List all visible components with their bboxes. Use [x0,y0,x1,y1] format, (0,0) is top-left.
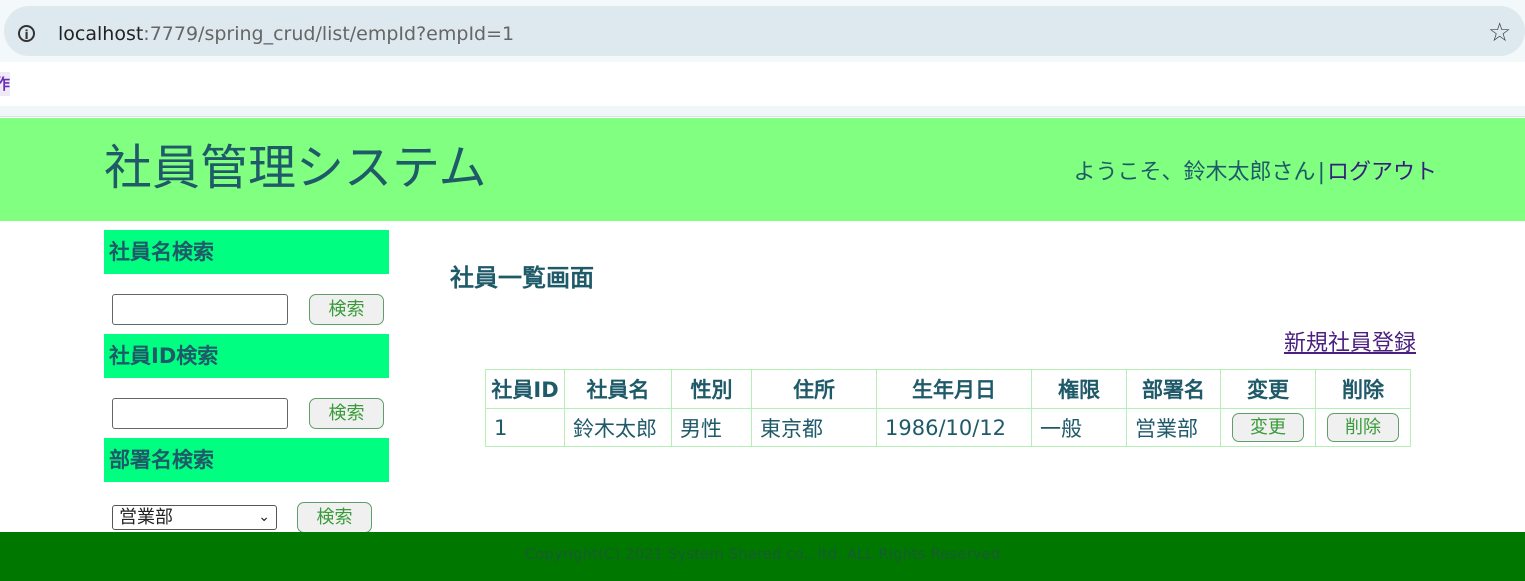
col-header-address: 住所 [751,369,877,409]
name-search-heading: 社員名検索 [104,230,389,274]
app-title: 社員管理システム [104,140,487,196]
col-header-id: 社員ID [485,369,565,409]
bookmarks-bar: 作 [0,62,1525,106]
edit-button[interactable]: 変更 [1232,413,1304,442]
employee-table: 社員ID 社員名 性別 住所 生年月日 権限 部署名 変更 削除 1 鈴木太郎 … [485,369,1411,447]
cell-address: 東京都 [751,408,877,447]
content-divider [0,106,1525,117]
bookmark-star-icon[interactable]: ☆ [1488,20,1511,46]
cell-role: 一般 [1031,408,1127,447]
col-header-delete: 削除 [1315,369,1411,409]
cell-delete: 削除 [1315,408,1411,447]
cell-id: 1 [485,408,565,447]
id-search-button[interactable]: 検索 [309,398,384,429]
col-header-name: 社員名 [564,369,672,409]
name-search-input[interactable] [112,294,288,325]
page-title: 社員一覧画面 [450,264,594,292]
site-info-icon[interactable]: i [18,25,35,42]
logout-link[interactable]: ログアウト [1327,160,1437,185]
separator: | [1317,160,1325,185]
user-area: ようこそ、鈴木太郎さん|ログアウト [1074,154,1437,186]
address-bar[interactable]: i localhost:7779/spring_crud/list/empId?… [4,6,1525,56]
url-host: localhost [58,23,144,45]
id-search-heading: 社員ID検索 [104,334,389,378]
col-header-gender: 性別 [671,369,752,409]
dept-select[interactable]: 営業部 ⌄ [112,505,277,530]
col-header-dept: 部署名 [1126,369,1221,409]
name-search-button[interactable]: 検索 [309,294,384,325]
cell-dept: 営業部 [1126,408,1221,447]
welcome-text: ようこそ、鈴木太郎さん [1073,160,1316,185]
bookmark-item[interactable]: 作 [0,72,10,96]
col-header-edit: 変更 [1220,369,1316,409]
table-row: 1 鈴木太郎 男性 東京都 1986/10/12 一般 営業部 変更 削除 [485,408,1411,447]
url-path: :7779/spring_crud/list/empId?empId=1 [143,23,515,45]
cell-gender: 男性 [671,408,752,447]
dept-search-button[interactable]: 検索 [297,502,372,533]
copyright-text: Copyright(C) 2021 System Shared co., ltd… [524,545,1001,563]
cell-name: 鈴木太郎 [564,408,672,447]
cell-birthday: 1986/10/12 [876,408,1032,447]
new-employee-link[interactable]: 新規社員登録 [1284,325,1416,357]
dept-select-value: 営業部 [119,507,173,528]
delete-button[interactable]: 削除 [1327,413,1399,442]
col-header-birthday: 生年月日 [876,369,1032,409]
footer: Copyright(C) 2021 System Shared co., ltd… [0,532,1525,581]
cell-edit: 変更 [1220,408,1316,447]
id-search-input[interactable] [112,398,288,429]
app-header: 社員管理システム ようこそ、鈴木太郎さん|ログアウト [0,118,1525,221]
url-text[interactable]: localhost:7779/spring_crud/list/empId?em… [58,23,514,45]
dept-search-heading: 部署名検索 [104,438,389,482]
chevron-down-icon: ⌄ [258,509,270,525]
table-header-row: 社員ID 社員名 性別 住所 生年月日 権限 部署名 変更 削除 [485,369,1411,409]
col-header-role: 権限 [1031,369,1127,409]
browser-toolbar: i localhost:7779/spring_crud/list/empId?… [0,0,1525,62]
